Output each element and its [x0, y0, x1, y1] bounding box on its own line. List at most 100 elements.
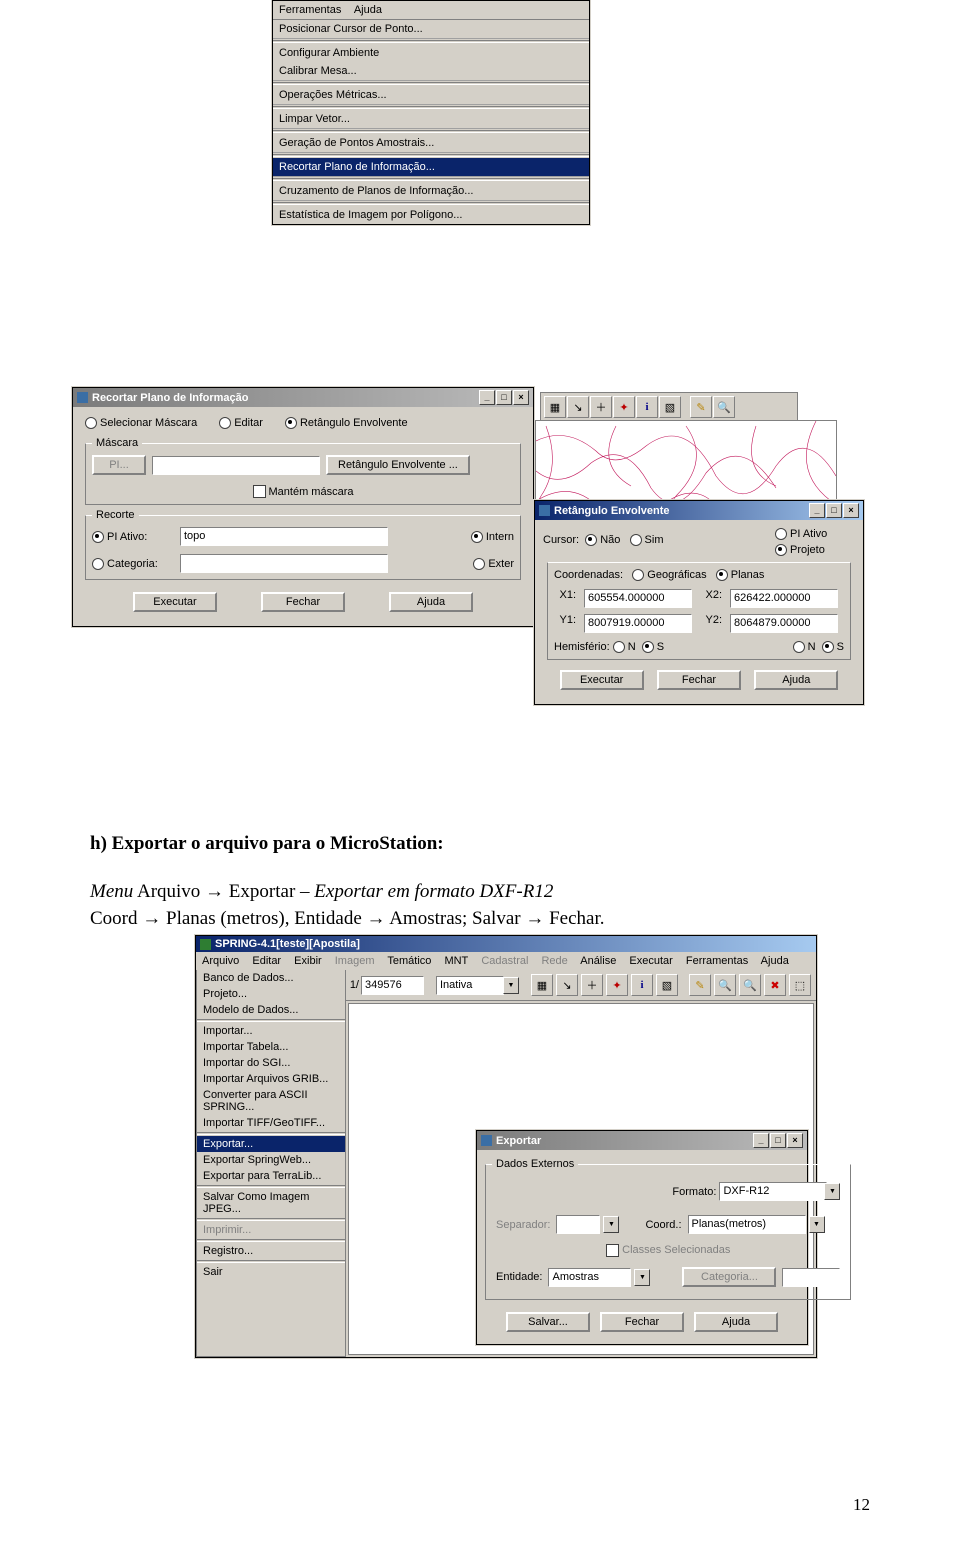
menu-ferramentas[interactable]: Ferramentas — [279, 4, 341, 16]
radio-planas[interactable]: Planas — [716, 569, 765, 581]
tool-icon[interactable]: ↘ — [556, 974, 578, 996]
mb-analise[interactable]: Análise — [580, 955, 616, 967]
mantem-checkbox[interactable]: Mantém máscara — [253, 486, 354, 498]
maximize-icon[interactable]: □ — [770, 1133, 786, 1148]
mb-arquivo[interactable]: Arquivo — [202, 955, 239, 967]
zoom-icon[interactable]: 🔍 — [739, 974, 761, 996]
menu-item[interactable]: Estatística de Imagem por Polígono... — [273, 206, 589, 224]
minimize-icon[interactable]: _ — [809, 503, 825, 518]
pi-button[interactable]: PI... — [92, 455, 146, 475]
salvar-button[interactable]: Salvar... — [506, 1312, 590, 1332]
y1-input[interactable]: 8007919.00000 — [584, 614, 692, 633]
mb-imagem[interactable]: Imagem — [335, 955, 375, 967]
tool-icon[interactable]: ✦ — [606, 974, 628, 996]
mb-executar[interactable]: Executar — [629, 955, 672, 967]
entidade-combo[interactable]: Amostras — [548, 1268, 631, 1287]
radio-retangulo[interactable]: Retângulo Envolvente — [285, 417, 408, 429]
fechar-button[interactable]: Fechar — [600, 1312, 684, 1332]
close-icon[interactable]: × — [513, 390, 529, 405]
tool-icon[interactable]: ✦ — [613, 396, 635, 418]
info-icon[interactable]: i — [636, 396, 658, 418]
maximize-icon[interactable]: □ — [496, 390, 512, 405]
radio-selecionar[interactable]: Selecionar Máscara — [85, 417, 197, 429]
minimize-icon[interactable]: _ — [753, 1133, 769, 1148]
menu-item[interactable]: Configurar Ambiente — [273, 44, 589, 62]
tool-icon[interactable]: ▧ — [656, 974, 678, 996]
zoom-in-icon[interactable]: 🔍 — [714, 974, 736, 996]
arquivo-menu-item[interactable]: Importar Tabela... — [197, 1039, 345, 1055]
menu-item[interactable]: Calibrar Mesa... — [273, 62, 589, 81]
plus-icon[interactable]: ＋ — [590, 396, 612, 418]
y2-input[interactable]: 8064879.00000 — [730, 614, 838, 633]
arquivo-menu-item[interactable]: Importar... — [197, 1023, 345, 1039]
x1-input[interactable]: 605554.000000 — [584, 589, 692, 608]
close-icon[interactable]: × — [787, 1133, 803, 1148]
executar-button[interactable]: Executar — [560, 670, 644, 690]
radio-externo[interactable]: Exter — [473, 558, 514, 570]
arquivo-menu-item[interactable]: Importar do SGI... — [197, 1055, 345, 1071]
classes-checkbox[interactable]: Classes Selecionadas — [606, 1244, 730, 1256]
categoria-button[interactable]: Categoria... — [682, 1267, 776, 1287]
radio-hemi-n1[interactable]: N — [613, 641, 636, 653]
radio-interno[interactable]: Intern — [471, 531, 514, 543]
radio-cursor-nao[interactable]: Não — [585, 534, 620, 546]
radio-hemi-s2[interactable]: S — [822, 641, 844, 653]
chevron-down-icon[interactable]: ▼ — [634, 1269, 650, 1286]
radio-hemi-s1[interactable]: S — [642, 641, 664, 653]
menu-ajuda[interactable]: Ajuda — [354, 4, 382, 16]
arquivo-menu-item[interactable]: Imprimir... — [197, 1222, 345, 1238]
inativa-combo[interactable]: Inativa — [436, 976, 504, 995]
arquivo-menu-item[interactable]: Converter para ASCII SPRING... — [197, 1087, 345, 1115]
radio-geograficas[interactable]: Geográficas — [632, 569, 706, 581]
mb-ajuda[interactable]: Ajuda — [761, 955, 789, 967]
radio-hemi-n2[interactable]: N — [793, 641, 816, 653]
mb-tematico[interactable]: Temático — [387, 955, 431, 967]
separador-combo[interactable] — [556, 1215, 600, 1234]
plus-icon[interactable]: ＋ — [581, 974, 603, 996]
menu-item-selected[interactable]: Recortar Plano de Informação... — [273, 158, 589, 177]
pencil-icon[interactable]: ✎ — [690, 396, 712, 418]
ajuda-button[interactable]: Ajuda — [389, 592, 473, 612]
formato-combo[interactable]: DXF-R12 — [719, 1182, 827, 1201]
x2-input[interactable]: 626422.000000 — [730, 589, 838, 608]
tool-icon[interactable]: ⬚ — [789, 974, 811, 996]
tool-icon[interactable]: ▦ — [544, 396, 566, 418]
radio-editar[interactable]: Editar — [219, 417, 263, 429]
menu-item[interactable]: Cruzamento de Planos de Informação... — [273, 182, 589, 201]
ajuda-button[interactable]: Ajuda — [694, 1312, 778, 1332]
ajuda-button[interactable]: Ajuda — [754, 670, 838, 690]
chevron-down-icon[interactable]: ▼ — [824, 1183, 840, 1200]
menu-item[interactable]: Operações Métricas... — [273, 86, 589, 105]
arquivo-menu-item[interactable]: Exportar para TerraLib... — [197, 1168, 345, 1184]
fechar-button[interactable]: Fechar — [657, 670, 741, 690]
menu-item[interactable]: Geração de Pontos Amostrais... — [273, 134, 589, 153]
pi-input[interactable] — [152, 456, 320, 475]
zoom-icon[interactable]: 🔍 — [713, 396, 735, 418]
mb-ferramentas[interactable]: Ferramentas — [686, 955, 748, 967]
tool-icon[interactable]: ▧ — [659, 396, 681, 418]
tool-icon[interactable]: ▦ — [531, 974, 553, 996]
radio-piativo[interactable]: PI Ativo: — [92, 531, 172, 543]
menu-item[interactable]: Limpar Vetor... — [273, 110, 589, 129]
mb-editar[interactable]: Editar — [252, 955, 281, 967]
chevron-down-icon[interactable]: ▼ — [809, 1216, 825, 1233]
info-icon[interactable]: i — [631, 974, 653, 996]
coord-combo[interactable]: Planas(metros) — [688, 1215, 806, 1234]
tool-icon[interactable]: ↘ — [567, 396, 589, 418]
scale-input[interactable]: 349576 — [361, 976, 424, 995]
close-icon[interactable]: × — [843, 503, 859, 518]
arquivo-menu-item[interactable]: Modelo de Dados... — [197, 1002, 345, 1018]
chevron-down-icon[interactable]: ▼ — [503, 977, 519, 994]
arquivo-menu-item[interactable]: Projeto... — [197, 986, 345, 1002]
pencil-icon[interactable]: ✎ — [689, 974, 711, 996]
radio-categoria[interactable]: Categoria: — [92, 558, 172, 570]
mb-mnt[interactable]: MNT — [444, 955, 468, 967]
mb-cadastral[interactable]: Cadastral — [481, 955, 528, 967]
retangulo-button[interactable]: Retângulo Envolvente ... — [326, 455, 470, 475]
arquivo-menu-item[interactable]: Exportar SpringWeb... — [197, 1152, 345, 1168]
arquivo-menu-item[interactable]: Importar TIFF/GeoTIFF... — [197, 1115, 345, 1131]
minimize-icon[interactable]: _ — [479, 390, 495, 405]
arquivo-menu-item[interactable]: Exportar... — [197, 1136, 345, 1152]
arquivo-menu-item[interactable]: Registro... — [197, 1243, 345, 1259]
tool-icon[interactable]: ✖ — [764, 974, 786, 996]
